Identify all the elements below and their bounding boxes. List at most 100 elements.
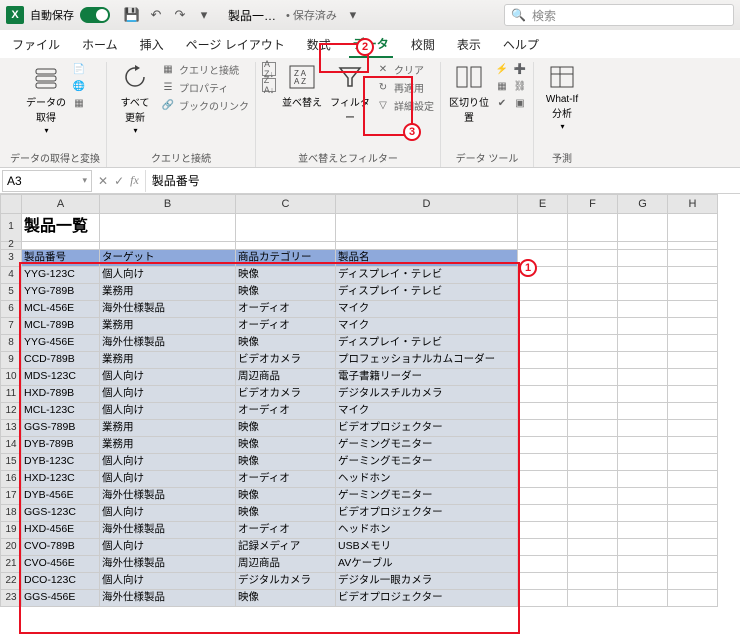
cell[interactable] [618,386,668,403]
cell[interactable] [518,250,568,267]
cell[interactable] [618,556,668,573]
row-header[interactable]: 4 [0,267,22,284]
cell[interactable]: 映像 [236,437,336,454]
cell[interactable] [618,420,668,437]
cell[interactable] [618,301,668,318]
cell[interactable]: 海外仕様製品 [100,556,236,573]
row-header[interactable]: 11 [0,386,22,403]
cell[interactable]: オーディオ [236,471,336,488]
reapply-button[interactable]: ↻再適用 [376,80,434,95]
cell[interactable] [518,437,568,454]
fx-icon[interactable]: fx [130,173,139,188]
cell[interactable]: CVO-789B [22,539,100,556]
cell[interactable] [518,420,568,437]
cell[interactable]: DCO-123C [22,573,100,590]
cell[interactable]: 海外仕様製品 [100,488,236,505]
cell[interactable]: 業務用 [100,352,236,369]
row-header[interactable]: 8 [0,335,22,352]
cell[interactable] [518,471,568,488]
cell[interactable] [568,454,618,471]
cell[interactable] [668,242,718,250]
cell[interactable]: YYG-456E [22,335,100,352]
cell[interactable] [668,369,718,386]
row-header[interactable]: 6 [0,301,22,318]
qat-dropdown-icon[interactable]: ▾ [196,7,212,23]
cell[interactable] [618,369,668,386]
cell[interactable] [618,242,668,250]
tab-file[interactable]: ファイル [8,32,64,57]
cell[interactable]: 個人向け [100,539,236,556]
cell[interactable] [22,242,100,250]
tab-help[interactable]: ヘルプ [499,32,543,57]
cell[interactable] [518,505,568,522]
cell[interactable]: 映像 [236,267,336,284]
cell[interactable] [518,488,568,505]
cell[interactable]: YYG-789B [22,284,100,301]
cell[interactable]: 海外仕様製品 [100,301,236,318]
cell[interactable]: ターゲット [100,250,236,267]
cell[interactable]: 映像 [236,454,336,471]
cell[interactable] [568,267,618,284]
cell[interactable]: 個人向け [100,471,236,488]
cell[interactable] [668,301,718,318]
cell[interactable]: ビデオプロジェクター [336,505,518,522]
tab-formulas[interactable]: 数式 [303,32,335,57]
cell[interactable] [568,284,618,301]
cell[interactable]: 個人向け [100,454,236,471]
cell[interactable] [518,318,568,335]
cell[interactable]: 映像 [236,590,336,607]
cell[interactable]: HXD-789B [22,386,100,403]
cell[interactable]: 周辺商品 [236,556,336,573]
tab-data[interactable]: データ [349,31,393,58]
cell[interactable] [618,403,668,420]
redo-icon[interactable]: ↷ [172,7,188,23]
cell[interactable] [518,386,568,403]
cell[interactable] [618,214,668,242]
cell[interactable] [668,471,718,488]
cell[interactable] [336,214,518,242]
cell[interactable]: AVケーブル [336,556,518,573]
cell[interactable] [518,369,568,386]
cell[interactable] [518,556,568,573]
cell[interactable]: 映像 [236,335,336,352]
cell[interactable] [568,471,618,488]
cell[interactable] [568,556,618,573]
cell[interactable] [668,250,718,267]
cell[interactable]: ゲーミングモニター [336,437,518,454]
data-validation-button[interactable]: ✔ [495,96,509,110]
search-input[interactable]: 🔍 検索 [504,4,734,26]
cell[interactable] [518,539,568,556]
cell[interactable] [668,556,718,573]
cell[interactable]: マイク [336,301,518,318]
filter-button[interactable]: フィルター [328,62,372,124]
col-header-a[interactable]: A [22,194,100,214]
cell[interactable] [668,284,718,301]
cell[interactable] [618,590,668,607]
cell[interactable] [618,488,668,505]
row-header[interactable]: 5 [0,284,22,301]
row-header[interactable]: 9 [0,352,22,369]
cell[interactable] [236,214,336,242]
cell[interactable]: 映像 [236,505,336,522]
cell[interactable] [668,437,718,454]
cell[interactable]: 個人向け [100,505,236,522]
cell[interactable]: DYB-456E [22,488,100,505]
cell[interactable]: USBメモリ [336,539,518,556]
flash-fill-button[interactable]: ⚡ [495,62,509,76]
cell[interactable]: 業務用 [100,437,236,454]
cell[interactable] [618,250,668,267]
undo-icon[interactable]: ↶ [148,7,164,23]
cell[interactable]: 個人向け [100,573,236,590]
cell[interactable]: 業務用 [100,318,236,335]
cell[interactable]: 映像 [236,420,336,437]
cell[interactable]: ビデオカメラ [236,352,336,369]
cell[interactable]: デジタル一眼カメラ [336,573,518,590]
row-header[interactable]: 21 [0,556,22,573]
cell[interactable]: CVO-456E [22,556,100,573]
cell[interactable] [568,301,618,318]
cell[interactable] [568,352,618,369]
row-header[interactable]: 19 [0,522,22,539]
cell[interactable]: デジタルスチルカメラ [336,386,518,403]
cell[interactable] [668,590,718,607]
cell[interactable]: MCL-123C [22,403,100,420]
